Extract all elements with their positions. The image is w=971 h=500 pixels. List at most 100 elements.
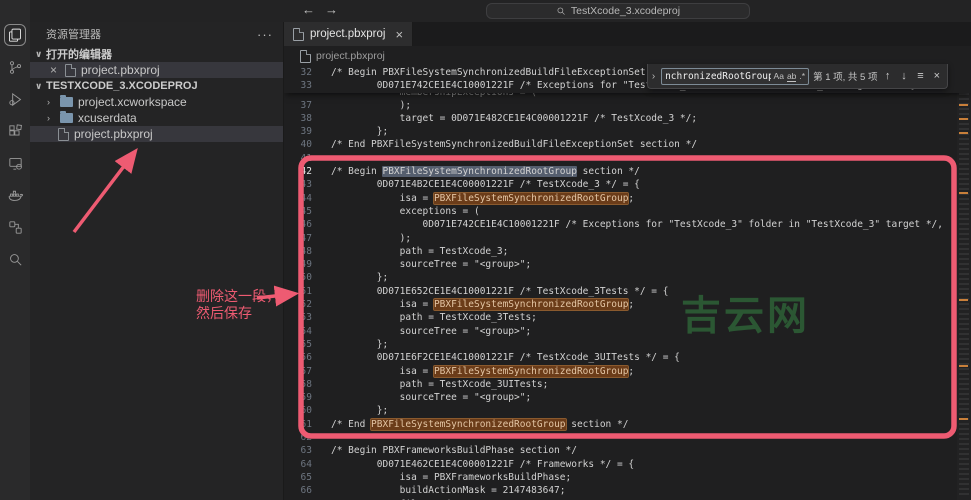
minimap-marker — [959, 365, 968, 367]
code-line[interactable]: 62 — [284, 431, 971, 444]
line-number[interactable]: 65 — [284, 471, 312, 484]
code-line[interactable]: 60 }; — [284, 404, 971, 417]
breadcrumb[interactable]: project.pbxproj — [284, 46, 971, 66]
code-line[interactable]: 51 0D071E652CE1E4C10001221F /* TestXcode… — [284, 285, 971, 298]
search-icon — [556, 6, 566, 16]
code-line[interactable]: 58 path = TestXcode_3UITests; — [284, 378, 971, 391]
find-previous-button[interactable]: ↑ — [881, 70, 893, 82]
code-line[interactable]: 43 0D071E4B2CE1E4C00001221F /* TestXcode… — [284, 178, 971, 191]
line-number[interactable]: 42 — [284, 165, 312, 178]
line-number[interactable]: 45 — [284, 205, 312, 218]
line-number[interactable]: 61 — [284, 418, 312, 431]
line-number[interactable]: 52 — [284, 298, 312, 311]
code-line[interactable]: 37 ); — [284, 99, 971, 112]
line-number[interactable]: 60 — [284, 404, 312, 417]
find-next-button[interactable]: ↓ — [898, 70, 910, 82]
line-number[interactable]: 32 — [284, 66, 312, 79]
open-editors-section[interactable]: ∨ 打开的编辑器 — [30, 46, 283, 62]
line-number[interactable]: 66 — [284, 484, 312, 497]
line-number[interactable]: 43 — [284, 178, 312, 191]
regex-button[interactable]: .* — [799, 71, 805, 81]
line-number[interactable]: 59 — [284, 391, 312, 404]
project-section[interactable]: ∨ TESTXCODE_3.XCODEPROJ — [30, 78, 283, 94]
find-close-button[interactable]: × — [931, 70, 943, 82]
code-line[interactable]: 59 sourceTree = "<group>"; — [284, 391, 971, 404]
tab-project-pbxproj[interactable]: project.pbxproj × — [284, 22, 413, 46]
line-number[interactable]: 51 — [284, 285, 312, 298]
line-number[interactable]: 46 — [284, 218, 312, 231]
close-icon[interactable]: × — [50, 63, 60, 77]
code-line[interactable]: 46 0D071E742CE1E4C10001221F /* Exception… — [284, 218, 971, 231]
line-number[interactable]: 53 — [284, 311, 312, 324]
extensions-icon[interactable] — [4, 120, 26, 142]
line-number[interactable]: 55 — [284, 338, 312, 351]
code-editor[interactable]: 32/* Begin PBXFileSystemSynchronizedBuil… — [284, 66, 971, 500]
line-number[interactable]: 58 — [284, 378, 312, 391]
minimap[interactable] — [957, 66, 971, 500]
components-icon[interactable] — [4, 216, 26, 238]
code-line[interactable]: 50 }; — [284, 271, 971, 284]
line-number[interactable]: 50 — [284, 271, 312, 284]
code-line[interactable]: 45 exceptions = ( — [284, 205, 971, 218]
code-line[interactable]: 49 sourceTree = "<group>"; — [284, 258, 971, 271]
line-number[interactable]: 40 — [284, 138, 312, 151]
line-number[interactable]: 54 — [284, 325, 312, 338]
code-line[interactable]: 65 isa = PBXFrameworksBuildPhase; — [284, 471, 971, 484]
tree-item-xcuserdata[interactable]: › xcuserdata — [30, 110, 283, 126]
nav-forward-button[interactable]: → — [325, 2, 338, 17]
search-icon[interactable] — [4, 248, 26, 270]
tab-close-icon[interactable]: × — [395, 27, 403, 42]
code-line[interactable]: 54 sourceTree = "<group>"; — [284, 325, 971, 338]
line-number[interactable]: 38 — [284, 112, 312, 125]
line-number[interactable]: 39 — [284, 125, 312, 138]
tree-item-xcworkspace[interactable]: › project.xcworkspace — [30, 94, 283, 110]
code-line[interactable]: 41 — [284, 152, 971, 165]
code-line[interactable]: 56 0D071E6F2CE1E4C10001221F /* TestXcode… — [284, 351, 971, 364]
line-number[interactable]: 63 — [284, 444, 312, 457]
nav-back-button[interactable]: ← — [302, 2, 315, 17]
source-control-icon[interactable] — [4, 56, 26, 78]
code-line[interactable]: 53 path = TestXcode_3Tests; — [284, 311, 971, 324]
line-number[interactable]: 56 — [284, 351, 312, 364]
code-line[interactable]: 48 path = TestXcode_3; — [284, 245, 971, 258]
find-in-selection-button[interactable]: ≡ — [914, 70, 926, 82]
file-icon — [293, 28, 304, 41]
code-line[interactable]: 40/* End PBXFileSystemSynchronizedBuildF… — [284, 138, 971, 151]
code-line[interactable]: 66 buildActionMask = 2147483647; — [284, 484, 971, 497]
line-number[interactable]: 47 — [284, 232, 312, 245]
explorer-icon[interactable] — [4, 24, 26, 46]
sidebar-more-actions-button[interactable]: ··· — [257, 27, 273, 42]
code-line[interactable]: 38 target = 0D071E482CE1E4C00001221F /* … — [284, 112, 971, 125]
match-case-button[interactable]: Aa — [774, 71, 784, 81]
open-editor-item[interactable]: × project.pbxproj — [30, 62, 283, 78]
line-number[interactable]: 44 — [284, 192, 312, 205]
code-line[interactable]: 61/* End PBXFileSystemSynchronizedRootGr… — [284, 418, 971, 431]
tree-item-pbxproj[interactable]: project.pbxproj — [30, 126, 283, 142]
command-center-search[interactable]: TestXcode_3.xcodeproj — [486, 3, 750, 19]
code-line[interactable]: 42/* Begin PBXFileSystemSynchronizedRoot… — [284, 165, 971, 178]
docker-icon[interactable] — [4, 184, 26, 206]
toggle-replace-icon[interactable]: › — [650, 71, 657, 82]
code-line[interactable]: 39 }; — [284, 125, 971, 138]
code-line[interactable]: 64 0D071E462CE1E4C00001221F /* Framework… — [284, 458, 971, 471]
code-line[interactable]: 52 isa = PBXFileSystemSynchronizedRootGr… — [284, 298, 971, 311]
line-number[interactable]: 33 — [284, 79, 312, 92]
line-number[interactable]: 37 — [284, 99, 312, 112]
line-number[interactable]: 48 — [284, 245, 312, 258]
whole-word-button[interactable]: ab — [787, 71, 796, 82]
watermark: 吉云网 — [681, 283, 810, 341]
run-and-debug-icon[interactable] — [4, 88, 26, 110]
remote-explorer-icon[interactable] — [4, 152, 26, 174]
code-line[interactable]: 44 isa = PBXFileSystemSynchronizedRootGr… — [284, 192, 971, 205]
code-lines[interactable]: 37 );38 target = 0D071E482CE1E4C00001221… — [284, 99, 971, 500]
line-number[interactable]: 49 — [284, 258, 312, 271]
find-input[interactable]: nchronizedRootGroup Aa ab .* — [661, 68, 809, 85]
line-number[interactable]: 41 — [284, 152, 312, 165]
code-line[interactable]: 57 isa = PBXFileSystemSynchronizedRootGr… — [284, 365, 971, 378]
line-number[interactable]: 57 — [284, 365, 312, 378]
line-number[interactable]: 64 — [284, 458, 312, 471]
code-line[interactable]: 63/* Begin PBXFrameworksBuildPhase secti… — [284, 444, 971, 457]
line-number[interactable]: 62 — [284, 431, 312, 444]
code-line[interactable]: 55 }; — [284, 338, 971, 351]
code-line[interactable]: 47 ); — [284, 232, 971, 245]
